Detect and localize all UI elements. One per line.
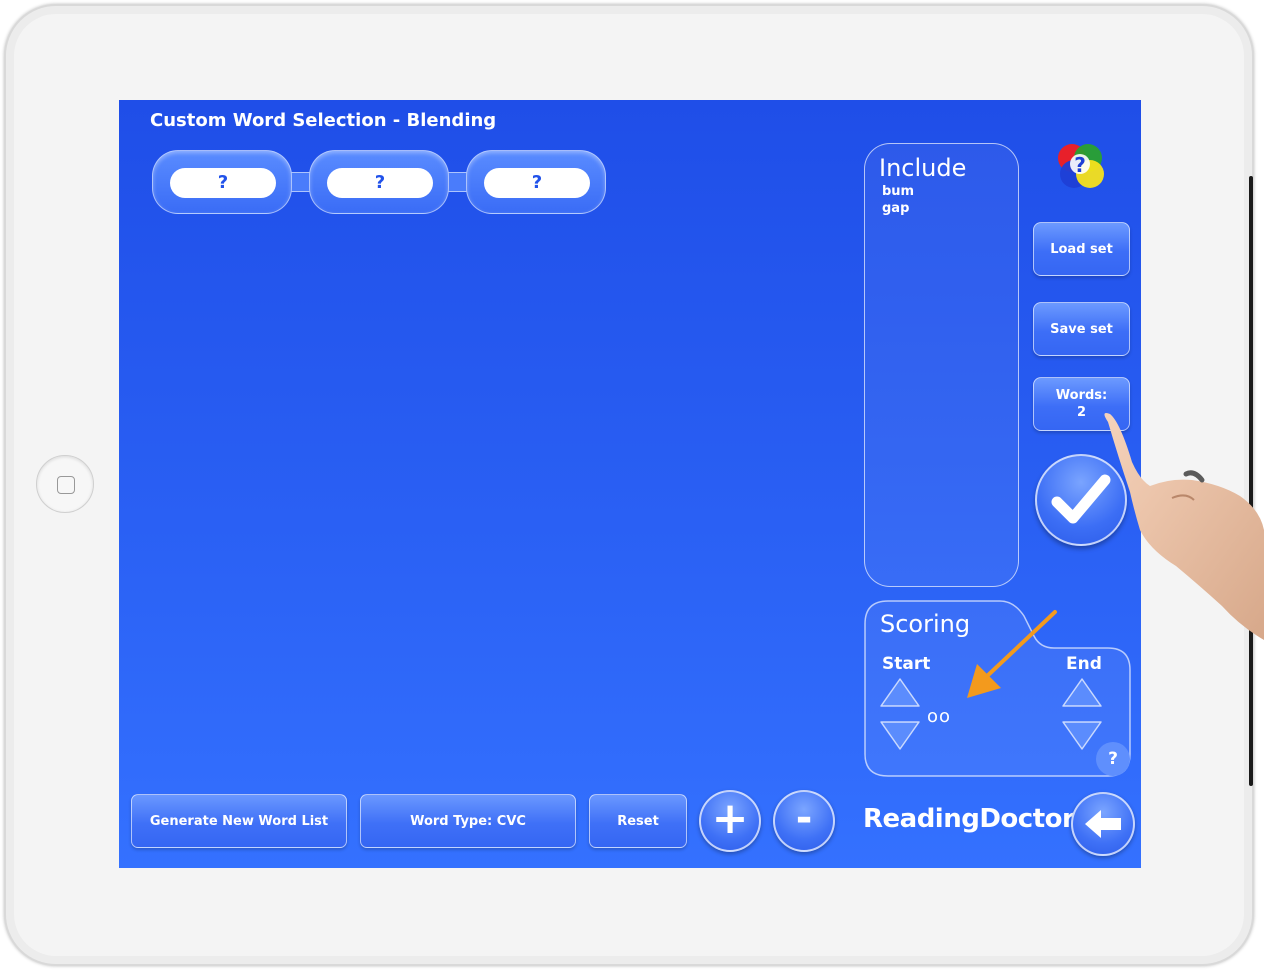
logo-text-doctor: Doctor xyxy=(979,804,1075,834)
plus-icon: + xyxy=(711,793,749,844)
include-panel: Include bum gap xyxy=(864,143,1019,587)
start-up-arrow-icon[interactable] xyxy=(878,676,922,710)
letter-slot-1: ? xyxy=(152,150,292,214)
end-up-arrow-icon[interactable] xyxy=(1060,676,1104,710)
scoring-help-button[interactable]: ? xyxy=(1096,742,1130,776)
start-label: Start xyxy=(882,654,931,674)
slot-connector xyxy=(290,172,310,192)
letter-slot-3: ? xyxy=(466,150,606,214)
start-down-arrow-icon[interactable] xyxy=(878,718,922,752)
plus-button[interactable]: + xyxy=(699,790,761,852)
include-title: Include xyxy=(879,154,967,182)
letter-slot-1-button[interactable]: ? xyxy=(170,168,276,198)
app-screen: Custom Word Selection - Blending ? ? ? I… xyxy=(119,100,1141,868)
list-item[interactable]: bum xyxy=(882,183,914,200)
reading-doctor-logo: ReadingDoctor xyxy=(863,804,1075,834)
reset-button[interactable]: Reset xyxy=(589,794,687,848)
slot-connector xyxy=(447,172,467,192)
minus-button[interactable]: - xyxy=(773,790,835,852)
letter-slot-2: ? xyxy=(309,150,449,214)
include-word-list: bum gap xyxy=(882,183,914,217)
score-markers: oo xyxy=(927,706,952,727)
svg-text:?: ? xyxy=(1074,153,1086,177)
list-item[interactable]: gap xyxy=(882,200,914,217)
letter-slot-3-button[interactable]: ? xyxy=(484,168,590,198)
home-button-icon[interactable] xyxy=(36,455,94,513)
end-label: End xyxy=(1066,654,1102,674)
words-count: 2 xyxy=(1076,405,1087,420)
help-color-circles-icon[interactable]: ? xyxy=(1050,136,1110,196)
minus-icon: - xyxy=(795,795,813,841)
letter-slot-2-button[interactable]: ? xyxy=(327,168,433,198)
end-down-arrow-icon[interactable] xyxy=(1060,718,1104,752)
logo-text-reading: Reading xyxy=(863,804,980,834)
annotation-arrow-icon xyxy=(967,610,1057,698)
page-title: Custom Word Selection - Blending xyxy=(150,110,497,131)
generate-word-list-button[interactable]: Generate New Word List xyxy=(131,794,347,848)
back-arrow-icon xyxy=(1085,810,1121,838)
load-set-button[interactable]: Load set xyxy=(1033,222,1130,276)
back-button[interactable] xyxy=(1071,792,1135,856)
word-type-button[interactable]: Word Type: CVC xyxy=(360,794,576,848)
save-set-button[interactable]: Save set xyxy=(1033,302,1130,356)
pointing-hand-icon xyxy=(1104,413,1264,640)
